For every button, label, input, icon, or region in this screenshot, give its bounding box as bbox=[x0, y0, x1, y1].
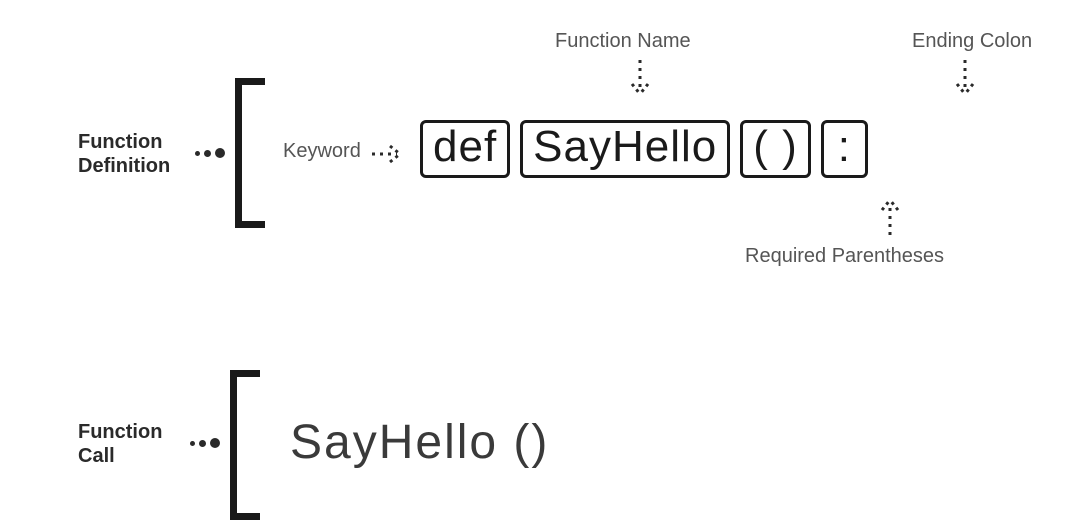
arrow-down-icon bbox=[955, 60, 975, 110]
arrow-up-icon bbox=[880, 190, 900, 240]
arrow-down-icon bbox=[630, 60, 650, 110]
call-text: SayHello () bbox=[290, 415, 549, 470]
definition-token-row: def SayHello ( ) : bbox=[420, 120, 868, 178]
leader-dots-icon bbox=[190, 438, 220, 448]
leader-dots-icon bbox=[195, 148, 225, 158]
section-label-line1: Function bbox=[78, 421, 162, 443]
section-label-line2: Call bbox=[78, 445, 115, 467]
token-colon: : bbox=[821, 120, 868, 178]
bracket-icon bbox=[230, 370, 260, 520]
section-label-line2: Definition bbox=[78, 155, 170, 177]
token-parentheses: ( ) bbox=[740, 120, 811, 178]
annotation-ending-colon: Ending Colon bbox=[912, 30, 1032, 53]
token-function-name: SayHello bbox=[520, 120, 730, 178]
token-def: def bbox=[420, 120, 510, 178]
arrow-right-icon bbox=[372, 144, 412, 164]
bracket-icon bbox=[235, 78, 265, 228]
section-label-call: Function Call bbox=[78, 420, 162, 468]
annotation-function-name: Function Name bbox=[555, 30, 691, 53]
annotation-keyword: Keyword bbox=[283, 140, 361, 163]
annotation-required-parentheses: Required Parentheses bbox=[745, 245, 944, 268]
section-label-line1: Function bbox=[78, 131, 162, 153]
section-label-definition: Function Definition bbox=[78, 130, 170, 178]
